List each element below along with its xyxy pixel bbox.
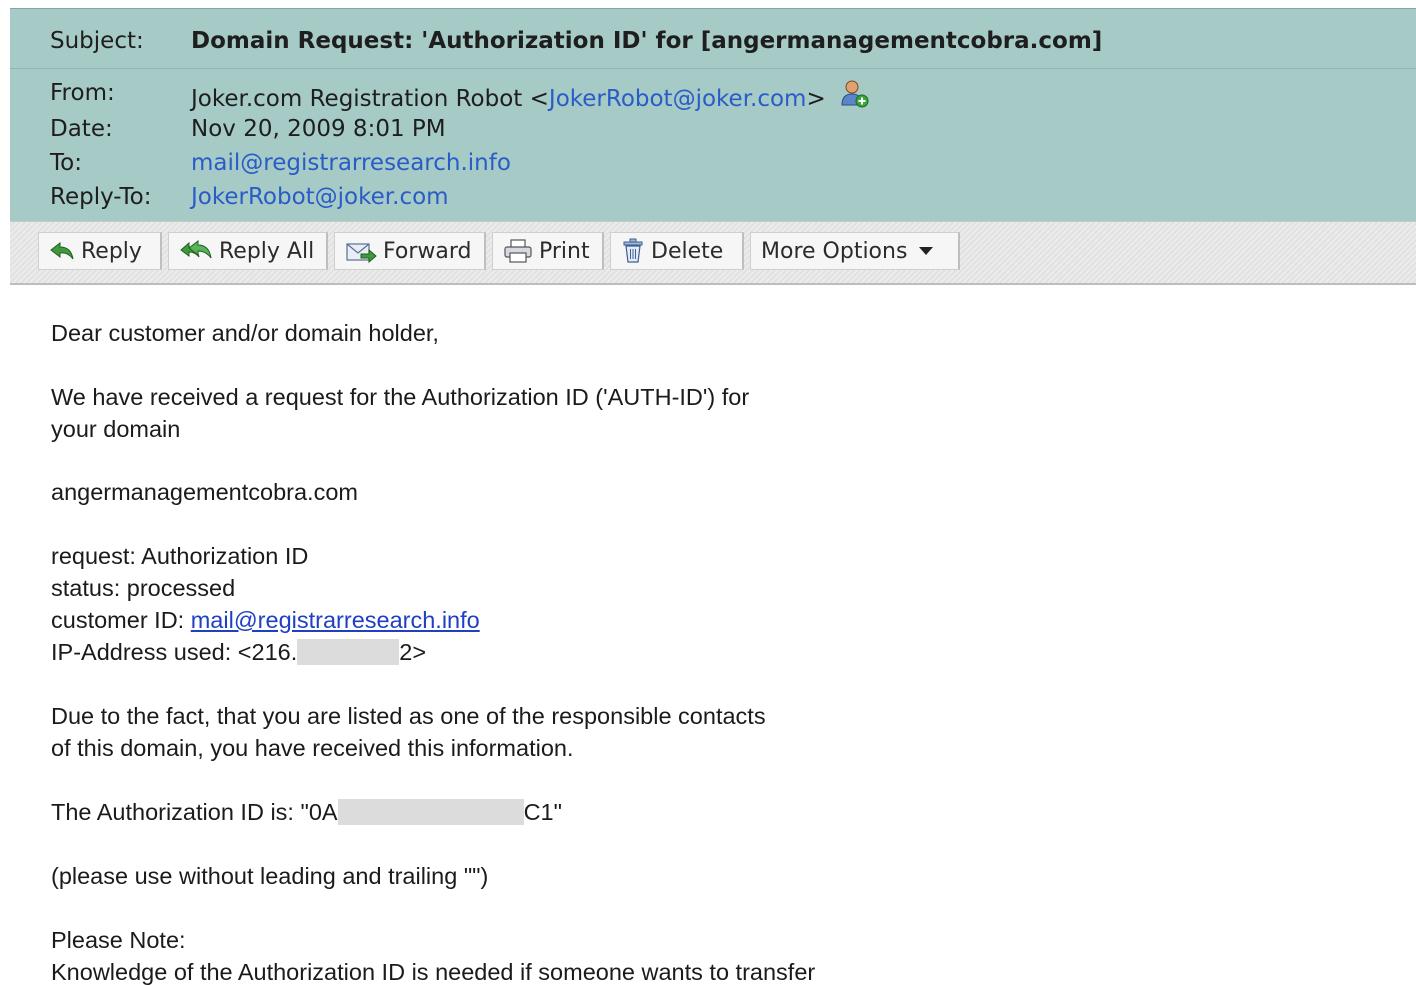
add-contact-icon[interactable] [839,79,869,109]
subject-row: Subject: Domain Request: 'Authorization … [10,9,1416,69]
reply-to-label: Reply-To: [50,184,152,210]
forward-button[interactable]: Forward [334,232,486,270]
to-label: To: [50,150,82,176]
request-status: status: processed [51,575,236,601]
domain-name: angermanagementcobra.com [51,479,358,505]
delete-label: Delete [651,238,724,264]
email-subject: Domain Request: 'Authorization ID' for [… [191,28,1103,54]
reply-to-email-link[interactable]: JokerRobot@joker.com [191,183,449,211]
greeting: Dear customer and/or domain holder, [51,320,439,346]
from-close: > [806,86,826,112]
delete-button[interactable]: Delete [610,232,744,270]
ip-suffix: 2> [399,639,427,665]
request-text-line2: your domain [51,416,181,442]
request-text-line1: We have received a request for the Autho… [51,384,750,410]
auth-id-suffix: C1" [523,799,562,825]
contact-notice-line2: of this domain, you have received this i… [51,735,574,761]
auth-id-line: The Authorization ID is: "0A C1" [51,796,562,828]
reply-arrow-icon [50,241,74,260]
email-header: Subject: Domain Request: 'Authorization … [10,8,1416,285]
usage-note: (please use without leading and trailing… [51,863,489,889]
from-email-link[interactable]: JokerRobot@joker.com [549,86,807,112]
transfer-note-line1: Knowledge of the Authorization ID is nee… [51,959,816,985]
ip-address-line: IP-Address used: <216. 2> [51,636,426,668]
dropdown-caret-icon [919,247,934,255]
contact-notice-line1: Due to the fact, that you are listed as … [51,703,766,729]
print-label: Print [539,238,590,264]
date-label: Date: [50,116,113,142]
reply-all-label: Reply All [219,238,315,264]
redacted-auth-id [337,799,524,825]
please-note-label: Please Note: [51,927,186,953]
customer-id-link[interactable]: mail@registrarresearch.info [191,607,480,633]
reply-label: Reply [81,238,142,264]
more-options-label: More Options [761,238,908,264]
from-field: Joker.com Registration Robot <JokerRobot… [191,79,869,113]
customer-id-label: customer ID: [51,607,191,633]
trash-icon [623,238,643,263]
from-name: Joker.com Registration Robot < [191,86,549,112]
reply-all-arrows-icon [180,239,212,259]
message-toolbar: Reply Reply All Forward Print Delete Mor… [10,221,1416,285]
date-value: Nov 20, 2009 8:01 PM [191,116,446,142]
request-type: request: Authorization ID [51,543,309,569]
forward-label: Forward [383,238,472,264]
print-button[interactable]: Print [492,232,604,270]
auth-id-prefix: The Authorization ID is: "0A [51,799,338,825]
forward-envelope-icon [346,243,377,264]
from-label: From: [50,80,115,106]
customer-id-line: customer ID: mail@registrarresearch.info [51,604,480,636]
reply-button[interactable]: Reply [38,232,162,270]
redacted-ip [297,639,400,665]
printer-icon [504,239,532,263]
ip-prefix: IP-Address used: <216. [51,639,298,665]
to-email-link[interactable]: mail@registrarresearch.info [191,149,511,177]
more-options-dropdown[interactable]: More Options [750,232,960,270]
reply-all-button[interactable]: Reply All [168,232,328,270]
subject-label: Subject: [50,28,144,54]
